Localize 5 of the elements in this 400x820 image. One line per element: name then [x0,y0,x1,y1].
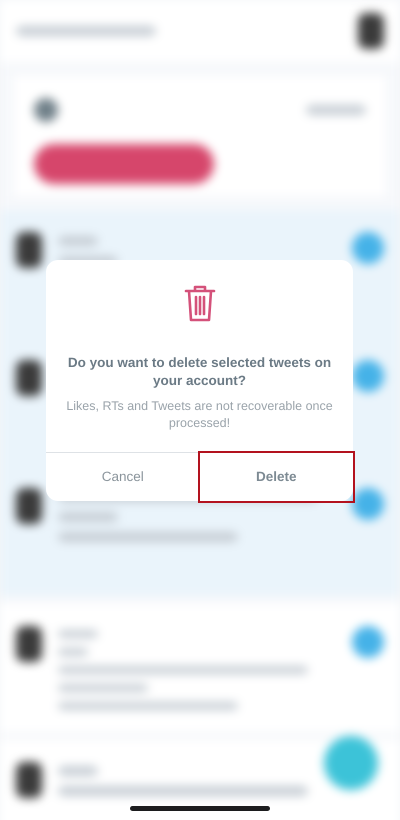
cancel-button[interactable]: Cancel [46,453,200,501]
dialog-title: Do you want to delete selected tweets on your account? [66,354,332,390]
dialog-message: Likes, RTs and Tweets are not recoverable once processed! [65,398,334,432]
delete-button[interactable]: Delete [200,453,353,501]
trash-icon [184,284,216,322]
